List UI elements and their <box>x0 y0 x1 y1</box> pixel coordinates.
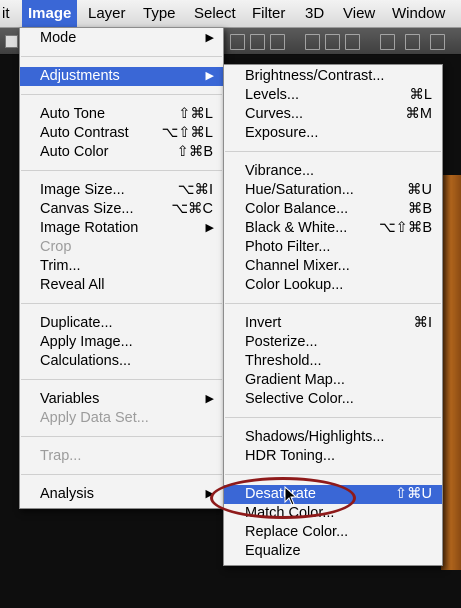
menu-item-black-white[interactable]: Black & White... ⌥⇧⌘B <box>224 219 442 238</box>
menubar-item-type[interactable]: Type <box>137 0 182 27</box>
menubar-item-layer[interactable]: Layer <box>82 0 132 27</box>
menu-item-channel-mixer[interactable]: Channel Mixer... <box>224 257 442 276</box>
menu-item-auto-color[interactable]: Auto Color ⇧⌘B <box>20 143 223 162</box>
submenu-arrow-icon: ▶ <box>205 393 214 405</box>
menu-item-levels[interactable]: Levels... ⌘L <box>224 86 442 105</box>
menu-item-mode[interactable]: Mode ▶ <box>20 29 223 48</box>
menu-separator <box>21 379 222 380</box>
menubar-item-edit[interactable]: it <box>0 0 16 27</box>
menu-item-exposure[interactable]: Exposure... <box>224 124 442 143</box>
auto-select-checkbox[interactable] <box>5 35 18 48</box>
align-left-icon[interactable] <box>305 34 320 50</box>
submenu-arrow-icon: ▶ <box>205 222 214 234</box>
menu-item-variables[interactable]: Variables ▶ <box>20 390 223 409</box>
menu-separator <box>225 151 441 152</box>
highlight-ring-annotation <box>210 477 356 519</box>
menu-separator <box>21 474 222 475</box>
menu-item-color-lookup[interactable]: Color Lookup... <box>224 276 442 295</box>
menubar-item-image[interactable]: Image <box>22 0 78 27</box>
menu-separator <box>21 303 222 304</box>
menu-bar: it Image Layer Type Select Filter 3D Vie… <box>0 0 461 28</box>
menu-item-invert[interactable]: Invert ⌘I <box>224 314 442 333</box>
menu-item-trim[interactable]: Trim... <box>20 257 223 276</box>
menu-item-hdr-toning[interactable]: HDR Toning... <box>224 447 442 466</box>
menu-item-selective-color[interactable]: Selective Color... <box>224 390 442 409</box>
menu-item-apply-image[interactable]: Apply Image... <box>20 333 223 352</box>
menu-item-apply-data-set: Apply Data Set... <box>40 410 149 426</box>
menu-item-shadows-highlights[interactable]: Shadows/Highlights... <box>224 428 442 447</box>
menu-item-adjustments[interactable]: Adjustments ▶ <box>20 67 223 86</box>
menu-item-canvas-size[interactable]: Canvas Size... ⌥⌘C <box>20 200 223 219</box>
menubar-item-filter[interactable]: Filter <box>246 0 291 27</box>
distribute-middle-icon[interactable] <box>405 34 420 50</box>
distribute-top-icon[interactable] <box>380 34 395 50</box>
menu-item-calculations[interactable]: Calculations... <box>20 352 223 371</box>
menu-item-hue-saturation[interactable]: Hue/Saturation... ⌘U <box>224 181 442 200</box>
align-middle-icon[interactable] <box>250 34 265 50</box>
menu-separator <box>225 474 441 475</box>
menu-item-image-rotation[interactable]: Image Rotation ▶ <box>20 219 223 238</box>
align-right-icon[interactable] <box>345 34 360 50</box>
menu-item-auto-tone[interactable]: Auto Tone ⇧⌘L <box>20 105 223 124</box>
menu-item-analysis[interactable]: Analysis ▶ <box>20 485 223 504</box>
align-center-icon[interactable] <box>325 34 340 50</box>
menubar-item-view[interactable]: View <box>337 0 381 27</box>
menu-item-trap: Trap... <box>40 448 82 464</box>
submenu-arrow-icon: ▶ <box>205 32 214 44</box>
menubar-item-3d[interactable]: 3D <box>299 0 330 27</box>
align-bottom-icon[interactable] <box>270 34 285 50</box>
menu-item-threshold[interactable]: Threshold... <box>224 352 442 371</box>
menu-item-auto-contrast[interactable]: Auto Contrast ⌥⇧⌘L <box>20 124 223 143</box>
menu-separator <box>21 170 222 171</box>
align-top-icon[interactable] <box>230 34 245 50</box>
menu-item-posterize[interactable]: Posterize... <box>224 333 442 352</box>
menu-item-vibrance[interactable]: Vibrance... <box>224 162 442 181</box>
menu-separator <box>21 436 222 437</box>
distribute-bottom-icon[interactable] <box>430 34 445 50</box>
menu-item-color-balance[interactable]: Color Balance... ⌘B <box>224 200 442 219</box>
menu-item-equalize[interactable]: Equalize <box>224 542 442 561</box>
menu-separator <box>225 303 441 304</box>
menu-separator <box>21 94 222 95</box>
mouse-pointer-icon <box>284 486 298 506</box>
canvas-image-edge <box>441 175 461 570</box>
menu-separator <box>225 417 441 418</box>
submenu-arrow-icon: ▶ <box>205 70 214 82</box>
menu-item-duplicate[interactable]: Duplicate... <box>20 314 223 333</box>
menu-item-photo-filter[interactable]: Photo Filter... <box>224 238 442 257</box>
menu-item-gradient-map[interactable]: Gradient Map... <box>224 371 442 390</box>
menu-separator <box>21 56 222 57</box>
menu-item-curves[interactable]: Curves... ⌘M <box>224 105 442 124</box>
menu-item-reveal-all[interactable]: Reveal All <box>20 276 223 295</box>
menu-item-crop: Crop <box>40 239 72 255</box>
menu-item-replace-color[interactable]: Replace Color... <box>224 523 442 542</box>
menu-item-image-size[interactable]: Image Size... ⌥⌘I <box>20 181 223 200</box>
menu-item-brightness-contrast[interactable]: Brightness/Contrast... <box>224 67 442 86</box>
image-menu: Mode ▶ Adjustments ▶ Auto Tone ⇧⌘L Auto Con… <box>19 27 224 509</box>
menubar-item-window[interactable]: Window <box>386 0 451 27</box>
menubar-item-select[interactable]: Select <box>188 0 242 27</box>
